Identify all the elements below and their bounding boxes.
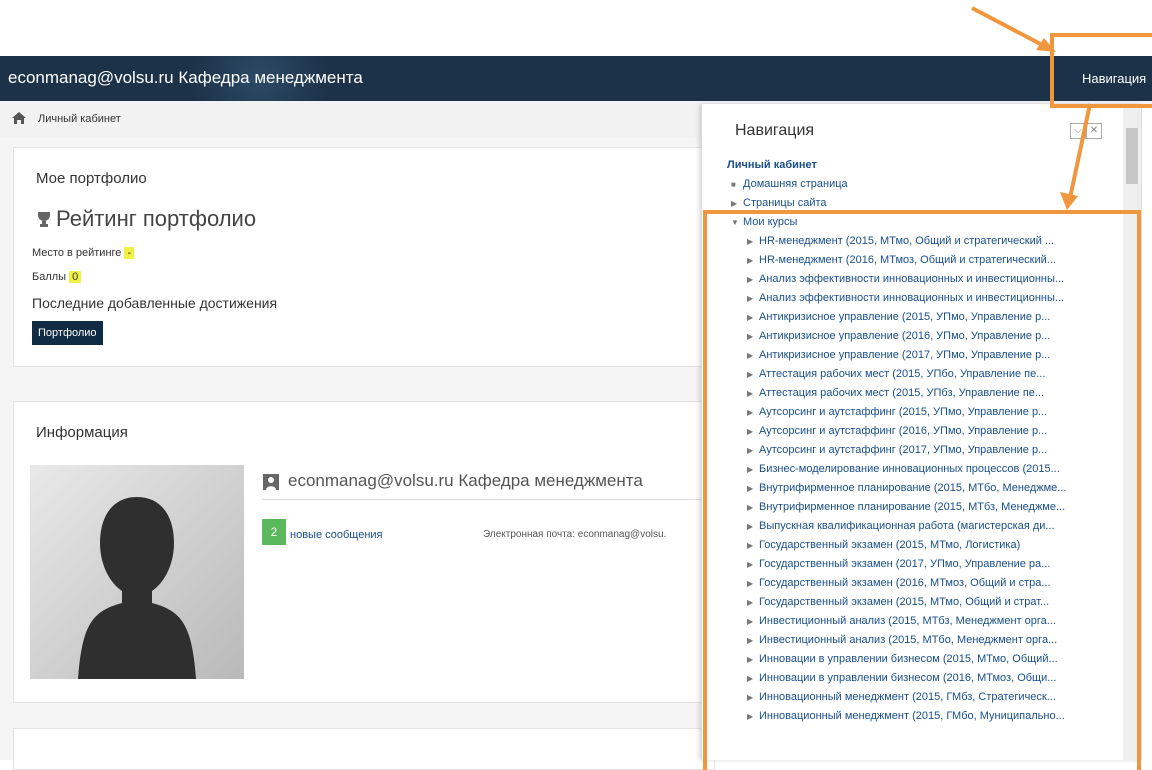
- annotation-box-courses: [703, 210, 1141, 770]
- annotation-arrow-top: [971, 6, 1049, 50]
- annotation-arrowhead-middle: [1060, 192, 1078, 210]
- annotation-arrow-middle: [1068, 103, 1092, 199]
- annotation-box-nav-link: [1050, 33, 1152, 108]
